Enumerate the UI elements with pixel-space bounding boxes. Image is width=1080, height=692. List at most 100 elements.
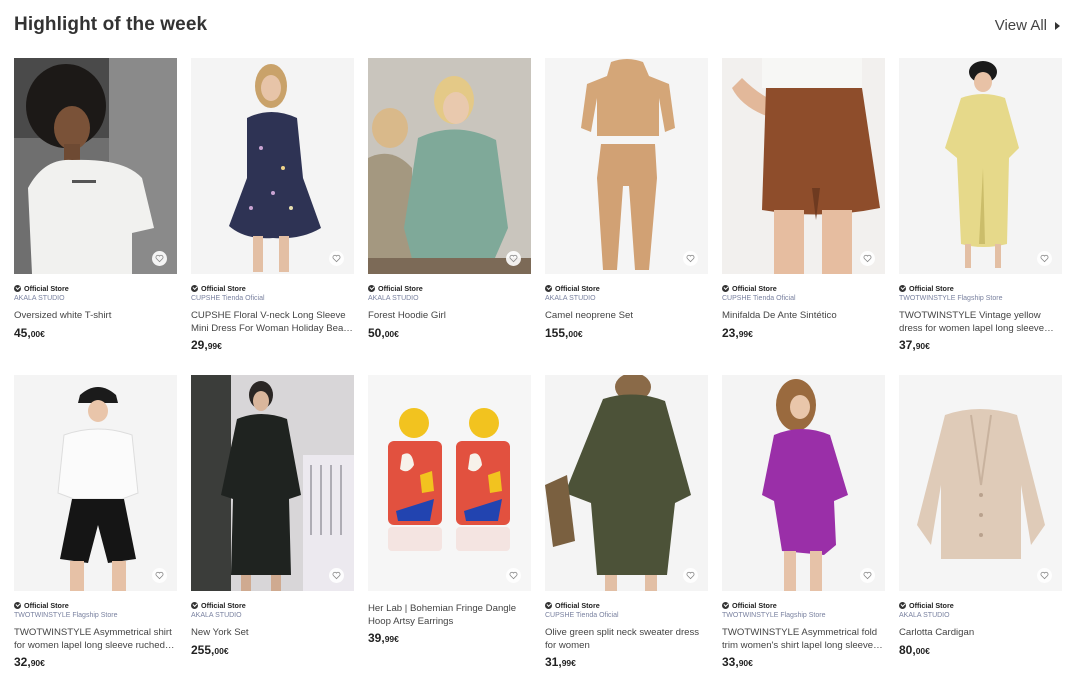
price-cents: 99€	[384, 634, 399, 645]
product-card[interactable]: Official Store CUPSHE Tienda Oficial Oli…	[545, 375, 708, 692]
store-name[interactable]: TWOTWINSTYLE Flagship Store	[14, 612, 177, 622]
price-main: 80,	[899, 642, 916, 657]
official-store-badge: Official Store	[14, 600, 177, 610]
store-name[interactable]: AKALA STUDIO	[14, 295, 177, 305]
official-store-badge: Official Store	[722, 600, 885, 610]
product-image[interactable]	[722, 58, 885, 274]
price-cents: 00€	[384, 328, 399, 339]
product-price: 32,90€	[14, 655, 177, 669]
store-name[interactable]: AKALA STUDIO	[368, 295, 531, 305]
product-card[interactable]: Official Store AKALA STUDIO Carlotta Car…	[899, 375, 1062, 692]
verified-icon	[899, 601, 906, 609]
caret-right-icon	[1055, 22, 1060, 30]
product-name[interactable]: Carlotta Cardigan	[899, 627, 1062, 640]
verified-icon	[14, 284, 21, 292]
product-card[interactable]: Official Store TWOTWINSTYLE Flagship Sto…	[722, 375, 885, 692]
product-price: 31,99€	[545, 655, 708, 669]
verified-icon	[722, 601, 729, 609]
store-name[interactable]: CUPSHE Tienda Oficial	[191, 295, 354, 305]
heart-icon[interactable]	[1037, 251, 1052, 266]
product-image[interactable]	[545, 375, 708, 591]
heart-icon[interactable]	[683, 251, 698, 266]
product-card[interactable]: Official Store AKALA STUDIO New York Set…	[191, 375, 354, 692]
verified-icon	[14, 601, 21, 609]
product-image[interactable]	[545, 58, 708, 274]
product-card[interactable]: Official Store TWOTWINSTYLE Flagship Sto…	[14, 375, 177, 692]
price-main: 29,	[191, 338, 208, 353]
heart-icon[interactable]	[329, 568, 344, 583]
product-name[interactable]: TWOTWINSTYLE Asymmetrical shirt for wome…	[14, 627, 177, 652]
store-name[interactable]: AKALA STUDIO	[899, 612, 1062, 622]
heart-icon[interactable]	[860, 568, 875, 583]
product-image[interactable]	[899, 58, 1062, 274]
product-card[interactable]: Official Store TWOTWINSTYLE Flagship Sto…	[899, 58, 1062, 375]
store-name[interactable]: AKALA STUDIO	[545, 295, 708, 305]
store-name[interactable]: TWOTWINSTYLE Flagship Store	[722, 612, 885, 622]
verified-icon	[545, 284, 552, 292]
product-name[interactable]: Camel neoprene Set	[545, 310, 708, 323]
official-store-label: Official Store	[555, 283, 600, 293]
product-image[interactable]	[722, 375, 885, 591]
product-image[interactable]	[368, 58, 531, 274]
store-name[interactable]: CUPSHE Tienda Oficial	[722, 295, 885, 305]
heart-icon[interactable]	[152, 251, 167, 266]
product-image[interactable]	[191, 375, 354, 591]
official-store-label: Official Store	[555, 600, 600, 610]
official-store-label: Official Store	[24, 600, 69, 610]
price-cents: 99€	[738, 328, 753, 339]
official-store-badge: Official Store	[899, 283, 1062, 293]
official-store-badge: Official Store	[191, 283, 354, 293]
product-card[interactable]: Her Lab | Bohemian Fringe Dangle Hoop Ar…	[368, 375, 531, 692]
heart-icon[interactable]	[860, 251, 875, 266]
official-store-badge: Official Store	[368, 283, 531, 293]
price-cents: 90€	[738, 658, 753, 669]
heart-icon[interactable]	[1037, 568, 1052, 583]
store-name[interactable]: AKALA STUDIO	[191, 612, 354, 622]
view-all-link[interactable]: View All	[995, 17, 1060, 34]
product-name[interactable]: TWOTWINSTYLE Asymmetrical fold trim wome…	[722, 627, 885, 652]
product-name[interactable]: New York Set	[191, 627, 354, 640]
product-card[interactable]: Official Store CUPSHE Tienda Oficial Min…	[722, 58, 885, 375]
product-card[interactable]: Official Store CUPSHE Tienda Oficial CUP…	[191, 58, 354, 375]
price-main: 50,	[368, 325, 385, 340]
product-card[interactable]: Official Store AKALA STUDIO Forest Hoodi…	[368, 58, 531, 375]
product-image[interactable]	[14, 58, 177, 274]
store-name[interactable]: CUPSHE Tienda Oficial	[545, 612, 708, 622]
heart-icon[interactable]	[506, 251, 521, 266]
product-name[interactable]: TWOTWINSTYLE Vintage yellow dress for wo…	[899, 310, 1062, 335]
verified-icon	[368, 284, 375, 292]
verified-icon	[722, 284, 729, 292]
price-main: 39,	[368, 631, 385, 646]
product-card[interactable]: Official Store AKALA STUDIO Camel neopre…	[545, 58, 708, 375]
product-image[interactable]	[368, 375, 531, 591]
heart-icon[interactable]	[329, 251, 344, 266]
official-store-label: Official Store	[201, 600, 246, 610]
official-store-label: Official Store	[909, 283, 954, 293]
verified-icon	[191, 601, 198, 609]
price-main: 33,	[722, 655, 739, 670]
product-image[interactable]	[191, 58, 354, 274]
product-image[interactable]	[14, 375, 177, 591]
product-name[interactable]: Her Lab | Bohemian Fringe Dangle Hoop Ar…	[368, 603, 531, 628]
view-all-label: View All	[994, 17, 1047, 34]
price-cents: 99€	[561, 658, 576, 669]
official-store-badge: Official Store	[722, 283, 885, 293]
heart-icon[interactable]	[683, 568, 698, 583]
product-card[interactable]: Official Store AKALA STUDIO Oversized wh…	[14, 58, 177, 375]
official-store-badge: Official Store	[14, 283, 177, 293]
store-name[interactable]: TWOTWINSTYLE Flagship Store	[899, 295, 1062, 305]
price-cents: 00€	[214, 645, 229, 656]
verified-icon	[545, 601, 552, 609]
product-name[interactable]: CUPSHE Floral V-neck Long Sleeve Mini Dr…	[191, 310, 354, 335]
product-name[interactable]: Oversized white T-shirt	[14, 310, 177, 323]
price-cents: 99€	[207, 341, 222, 352]
product-image[interactable]	[899, 375, 1062, 591]
product-name[interactable]: Forest Hoodie Girl	[368, 310, 531, 323]
official-store-badge: Official Store	[899, 600, 1062, 610]
heart-icon[interactable]	[506, 568, 521, 583]
product-name[interactable]: Olive green split neck sweater dress for…	[545, 627, 708, 652]
price-main: 45,	[14, 325, 31, 340]
product-name[interactable]: Minifalda De Ante Sintético	[722, 310, 885, 323]
price-main: 255,	[191, 642, 215, 657]
heart-icon[interactable]	[152, 568, 167, 583]
